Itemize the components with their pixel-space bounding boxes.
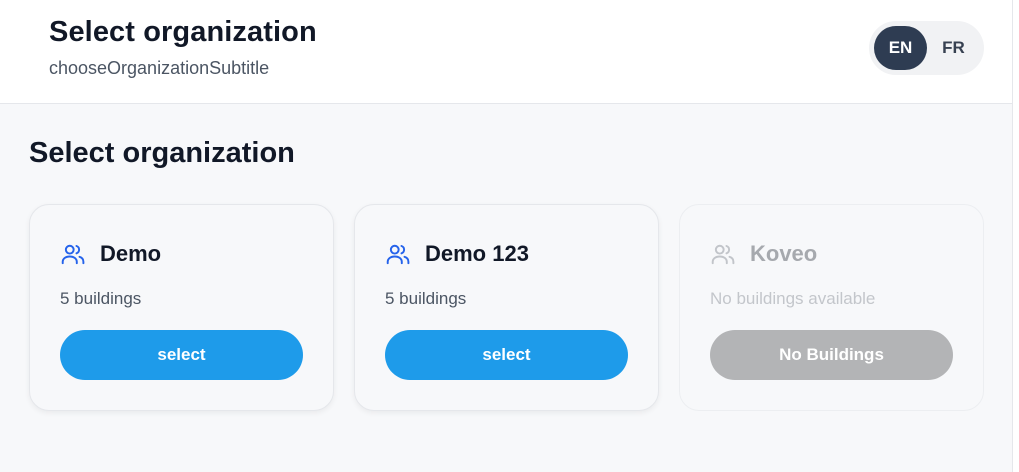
page-title: Select organization: [49, 16, 317, 48]
organization-name: Koveo: [750, 241, 818, 266]
building-count: 5 buildings: [385, 289, 467, 308]
organization-name: Demo: [100, 241, 162, 266]
language-fr-button[interactable]: FR: [927, 26, 980, 70]
building-count: 5 buildings: [60, 289, 142, 308]
language-switcher: EN FR: [869, 21, 984, 75]
building-count: No buildings available: [710, 289, 876, 308]
no-buildings-button: No Buildings: [710, 330, 953, 380]
organization-name: Demo 123: [425, 241, 529, 266]
window-edge: [1012, 0, 1019, 472]
page-subtitle: chooseOrganizationSubtitle: [49, 58, 270, 78]
section-title: Select organization: [29, 137, 295, 169]
organization-card-demo-123: Demo 123 5 buildings select: [354, 204, 659, 411]
language-en-button[interactable]: EN: [874, 26, 927, 70]
app-root: Select organization chooseOrganizationSu…: [0, 0, 1012, 472]
select-organization-button[interactable]: select: [60, 330, 303, 380]
select-organization-button[interactable]: select: [385, 330, 628, 380]
users-icon: [385, 241, 411, 267]
top-header: Select organization chooseOrganizationSu…: [0, 0, 1012, 104]
users-icon: [60, 241, 86, 267]
organization-card-demo: Demo 5 buildings select: [29, 204, 334, 411]
users-icon: [710, 241, 736, 267]
organization-card-koveo: Koveo No buildings available No Building…: [679, 204, 984, 411]
